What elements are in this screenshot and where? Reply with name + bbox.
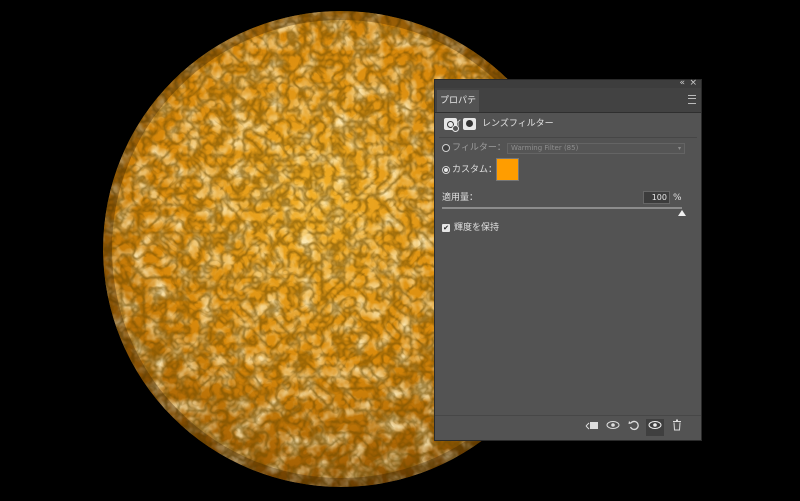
panel-footer <box>435 415 701 440</box>
density-input[interactable]: 100 <box>643 191 670 204</box>
density-slider-thumb[interactable] <box>678 210 686 216</box>
adjustment-camera-icon[interactable] <box>444 118 459 132</box>
adjustment-header: レンズフィルター <box>435 113 701 137</box>
tab-properties[interactable]: プロパティ <box>437 90 479 128</box>
filter-dropdown[interactable]: Warming Filter (85) ▾ <box>507 143 685 154</box>
preserve-luminosity-checkbox[interactable]: ✔ <box>442 224 450 232</box>
panel-title-bar[interactable]: « × <box>435 78 701 88</box>
custom-radio[interactable] <box>442 166 450 174</box>
visibility-eye-icon[interactable] <box>646 419 664 436</box>
panel-tab-row: プロパティ <box>435 88 701 128</box>
custom-label: カスタム： <box>452 165 498 175</box>
header-divider <box>439 137 697 138</box>
custom-color-swatch[interactable] <box>496 158 519 181</box>
panel-menu-icon[interactable] <box>688 95 696 104</box>
preserve-luminosity-label: 輝度を保持 <box>454 223 500 233</box>
chevron-down-icon: ▾ <box>677 145 681 152</box>
density-slider-track[interactable] <box>442 207 682 209</box>
filter-radio[interactable] <box>442 144 450 152</box>
adjustment-title: レンズフィルター <box>482 119 554 129</box>
close-panel-button[interactable]: × <box>689 78 697 88</box>
density-label: 適用量： <box>442 193 479 203</box>
view-previous-state-icon[interactable] <box>604 419 622 436</box>
density-unit: % <box>673 193 682 203</box>
filter-label: フィルター： <box>452 143 506 153</box>
clip-to-layer-icon[interactable] <box>583 419 601 436</box>
reset-icon[interactable] <box>625 419 643 436</box>
filter-dropdown-value: Warming Filter (85) <box>511 144 579 152</box>
properties-panel: « × プロパティ レンズフィルター フィルター： Warming Filter… <box>434 78 702 441</box>
collapse-panel-button[interactable]: « <box>679 78 685 88</box>
delete-trash-icon[interactable] <box>668 419 686 436</box>
layer-mask-icon[interactable] <box>463 118 476 130</box>
